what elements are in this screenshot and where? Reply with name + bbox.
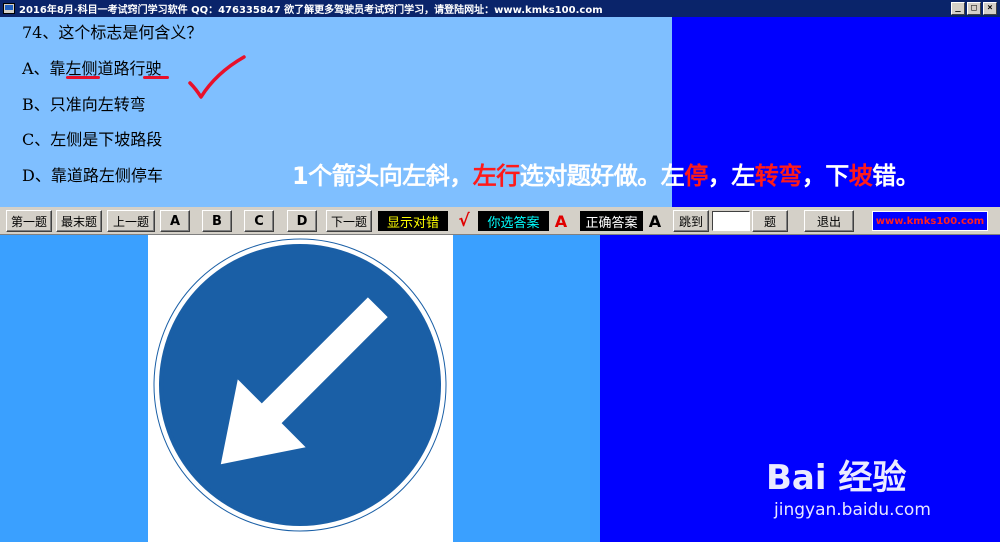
tip-part: ，下 xyxy=(801,162,850,190)
tip-part: 1个箭头向左斜， xyxy=(292,162,473,190)
show-result-label: 显示对错 xyxy=(378,211,448,231)
image-bg-left xyxy=(0,235,148,542)
answer-c-button[interactable]: C xyxy=(244,210,274,232)
minimize-button[interactable]: _ xyxy=(951,2,965,15)
toolbar: 第一题 最末题 上一题 A B C D 下一题 显示对错 √ 你选答案 A 正确… xyxy=(0,207,1000,235)
keep-left-sign-icon xyxy=(153,238,447,532)
last-question-button[interactable]: 最末题 xyxy=(56,210,102,232)
question-unit-button[interactable]: 题 xyxy=(752,210,788,232)
close-button[interactable]: × xyxy=(983,2,997,15)
app-icon xyxy=(3,3,15,14)
tip-part: ，左 xyxy=(707,162,756,190)
correct-answer-label: 正确答案 xyxy=(580,211,643,231)
memory-tip: 1个箭头向左斜，左行选对题好做。左停，左转弯，下坡错。 xyxy=(292,156,920,191)
underline-mark xyxy=(143,76,169,79)
option-b[interactable]: B、只准向左转弯 xyxy=(22,91,146,115)
answer-d-button[interactable]: D xyxy=(287,210,317,232)
your-answer-label: 你选答案 xyxy=(478,211,549,231)
next-question-button[interactable]: 下一题 xyxy=(326,210,372,232)
underline-mark xyxy=(66,76,100,79)
tip-part-highlight: 坡 xyxy=(848,162,873,190)
tip-part-highlight: 转弯 xyxy=(754,162,803,190)
maximize-button[interactable]: □ xyxy=(967,2,981,15)
answer-b-button[interactable]: B xyxy=(202,210,232,232)
your-answer-value: A xyxy=(554,211,568,231)
answer-a-button[interactable]: A xyxy=(160,210,190,232)
site-link[interactable]: www.kmks100.com xyxy=(872,211,988,231)
question-title: 74、这个标志是何含义？ xyxy=(22,23,203,42)
jump-button[interactable]: 跳到 xyxy=(673,210,709,232)
check-mark-icon xyxy=(188,55,246,99)
tip-part: 错。 xyxy=(872,162,920,190)
image-bg-mid xyxy=(453,235,600,542)
first-question-button[interactable]: 第一题 xyxy=(6,210,52,232)
tip-part: 选对题好做。左 xyxy=(519,162,685,190)
option-c[interactable]: C、左侧是下坡路段 xyxy=(22,126,162,150)
prev-question-button[interactable]: 上一题 xyxy=(107,210,155,232)
option-d[interactable]: D、靠道路左侧停车 xyxy=(22,162,163,186)
title-bar: 2016年8月·科目一考试窍门学习软件 QQ：476335847 欲了解更多驾驶… xyxy=(0,0,1000,17)
watermark-url: jingyan.baidu.com xyxy=(774,500,931,520)
exit-button[interactable]: 退出 xyxy=(804,210,854,232)
jump-question-input[interactable] xyxy=(712,211,750,231)
tip-part-highlight: 停 xyxy=(684,162,708,190)
window-title: 2016年8月·科目一考试窍门学习软件 QQ：476335847 欲了解更多驾驶… xyxy=(19,5,603,16)
window-controls: _ □ × xyxy=(951,2,997,15)
tip-part-highlight: 左行 xyxy=(472,162,521,190)
result-check-icon: √ xyxy=(458,211,470,231)
correct-answer-value: A xyxy=(648,211,662,231)
watermark-logo: Bai 经验 xyxy=(766,458,907,498)
